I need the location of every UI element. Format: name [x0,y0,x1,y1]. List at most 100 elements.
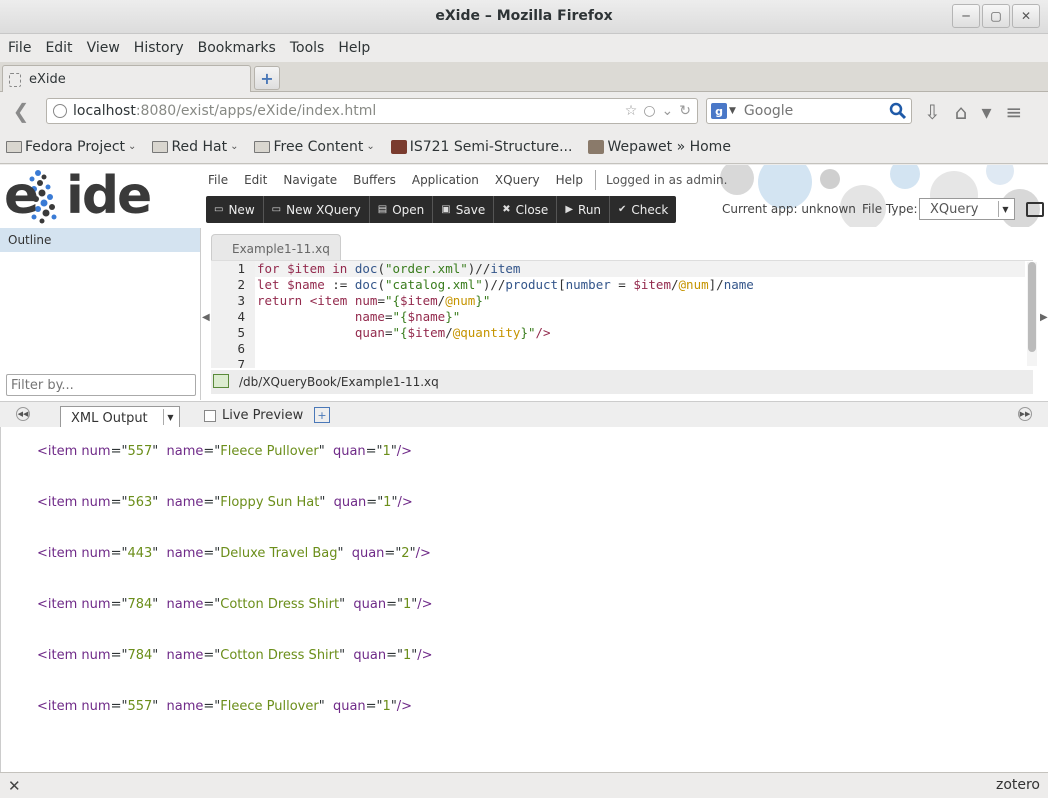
window-titlebar: eXide – Mozilla Firefox ─ ▢ ✕ [0,0,1048,34]
fullscreen-icon[interactable] [1026,202,1044,217]
run-button-label: Run [578,202,602,217]
result-row: <item num="563" name="Floppy Sun Hat" qu… [37,495,413,510]
open-button[interactable]: ▤ Open [370,196,434,223]
close-button[interactable]: ✖ Close [494,196,558,223]
search-bar[interactable]: g ▼ [706,98,912,124]
check-icon: ✔ [618,204,627,215]
tab-label: eXide [29,72,66,87]
save-button[interactable]: ▣ Save [433,196,495,223]
sync-icon[interactable] [213,374,229,388]
menu-icon[interactable]: ≡ [1006,100,1023,124]
new-xquery-button[interactable]: ▭ New XQuery [264,196,370,223]
bookmark-label: IS721 Semi-Structure... [409,138,573,155]
bookmark-red-hat[interactable]: Red Hat ⌄ [152,139,238,155]
previous-icon[interactable]: ◀◀ [16,407,30,421]
code-editor[interactable]: 1 2 3 4 5 6 7 for $item in doc("order.xm… [211,260,1033,368]
tab-exide[interactable]: eXide [2,65,251,93]
pocket-button-icon[interactable]: ▾ [981,100,991,124]
file-path: /db/XQueryBook/Example1-11.xq [239,375,439,389]
download-icon[interactable]: ⇩ [924,100,941,124]
menu-bookmarks[interactable]: Bookmarks [198,40,276,56]
folder-open-icon: ▤ [377,204,388,215]
folder-icon [152,140,169,153]
run-button[interactable]: ▶ Run [557,196,611,223]
url-host: localhost [73,103,136,119]
url-text[interactable]: localhost:8080/exist/apps/eXide/index.ht… [73,103,376,119]
star-icon[interactable]: ☆ [625,103,638,119]
reload-icon[interactable]: ↻ [679,103,691,119]
bookmark-fedora-project[interactable]: Fedora Project ⌄ [6,139,136,155]
exide-menu-navigate[interactable]: Navigate [283,173,337,190]
close-addon-bar-icon[interactable]: ✕ [8,777,21,795]
editor-area: Example1-11.xq 1 2 3 4 5 6 7 for $item i… [205,228,1042,400]
menu-file[interactable]: File [8,40,31,56]
play-icon: ▶ [565,204,574,215]
bookmark-wepawet[interactable]: Wepawet » Home [588,139,731,155]
exide-menu-edit[interactable]: Edit [244,173,267,190]
live-preview-checkbox[interactable] [204,409,216,422]
result-row: <item num="443" name="Deluxe Travel Bag"… [37,546,431,561]
close-window-icon[interactable]: ✕ [1012,4,1040,28]
chevron-down-icon[interactable]: ▼ [729,106,736,116]
code-line: name="{$name}" [354,309,461,324]
url-bar[interactable]: localhost:8080/exist/apps/eXide/index.ht… [46,98,698,124]
bookmark-is721[interactable]: IS721 Semi-Structure... [390,138,573,155]
menu-help[interactable]: Help [338,40,370,56]
file-type-select[interactable]: XQuery ▼ [919,198,1015,220]
check-button[interactable]: ✔ Check [610,196,676,223]
line-number: 5 [237,325,245,340]
menu-tools[interactable]: Tools [290,40,325,56]
editor-status-line: /db/XQueryBook/Example1-11.xq [211,370,1033,394]
back-arrow-icon[interactable]: ❮ [6,98,36,124]
chevron-down-icon: ⌄ [230,141,239,152]
file-tab[interactable]: Example1-11.xq [211,234,341,262]
live-preview-toggle[interactable]: Live Preview [204,408,303,423]
zotero-button[interactable]: zotero [996,777,1040,793]
new-button[interactable]: ▭ New [206,196,264,223]
new-tab-button[interactable]: + [254,66,280,90]
file-icon: ▭ [214,204,224,215]
bookmark-free-content[interactable]: Free Content ⌄ [254,139,375,155]
menu-history[interactable]: History [134,40,184,56]
exide-menu-help[interactable]: Help [556,173,583,190]
collapse-right-icon[interactable]: ▶ [1040,312,1048,323]
code-line: let $name := doc("catalog.xml")//product… [257,277,754,292]
results-panel: <item num="557" name="Fleece Pullover" q… [0,427,1048,772]
menu-edit[interactable]: Edit [45,40,72,56]
next-icon[interactable]: ▶▶ [1018,407,1032,421]
scrollbar-thumb[interactable] [1028,262,1036,352]
exide-menu-buffers[interactable]: Buffers [353,173,396,190]
output-mode-select[interactable]: XML Output ▼ [60,406,180,428]
exide-menu-file[interactable]: File [208,173,228,190]
menu-separator [594,170,596,190]
pocket-icon[interactable]: ○ [643,103,655,119]
exide-menu-xquery[interactable]: XQuery [495,173,540,190]
result-row: <item num="557" name="Fleece Pullover" q… [37,444,413,459]
window-title: eXide – Mozilla Firefox [435,8,613,24]
exide-menu-application[interactable]: Application [412,173,479,190]
editor-scrollbar[interactable] [1027,262,1037,366]
preview-window-icon[interactable]: + [314,407,330,423]
code-line: return <item num="{$item/@num}" [257,293,491,308]
menu-view[interactable]: View [87,40,120,56]
outline-header[interactable]: Outline [0,228,200,252]
dropdown-arrow-icon[interactable]: ⌄ [662,103,674,119]
file-icon: ▭ [271,204,282,215]
search-icon[interactable] [889,102,907,120]
save-icon: ▣ [441,204,451,215]
nav-right-tools: ⇩ ⌂ ▾ ≡ [924,100,1022,124]
search-input[interactable] [743,103,884,119]
open-button-label: Open [392,202,425,217]
minimize-icon[interactable]: ─ [952,4,980,28]
google-icon[interactable]: g [711,103,727,119]
maximize-icon[interactable]: ▢ [982,4,1010,28]
save-button-label: Save [455,202,486,217]
navigation-bar: ❮ localhost:8080/exist/apps/eXide/index.… [0,92,1048,130]
check-button-label: Check [631,202,669,217]
url-path: :8080/exist/apps/eXide/index.html [135,103,377,119]
home-icon[interactable]: ⌂ [955,100,968,124]
folder-icon [6,140,22,153]
browser-menubar: File Edit View History Bookmarks Tools H… [0,34,1048,62]
close-button-label: Close [515,202,549,217]
filter-input[interactable] [6,374,196,396]
